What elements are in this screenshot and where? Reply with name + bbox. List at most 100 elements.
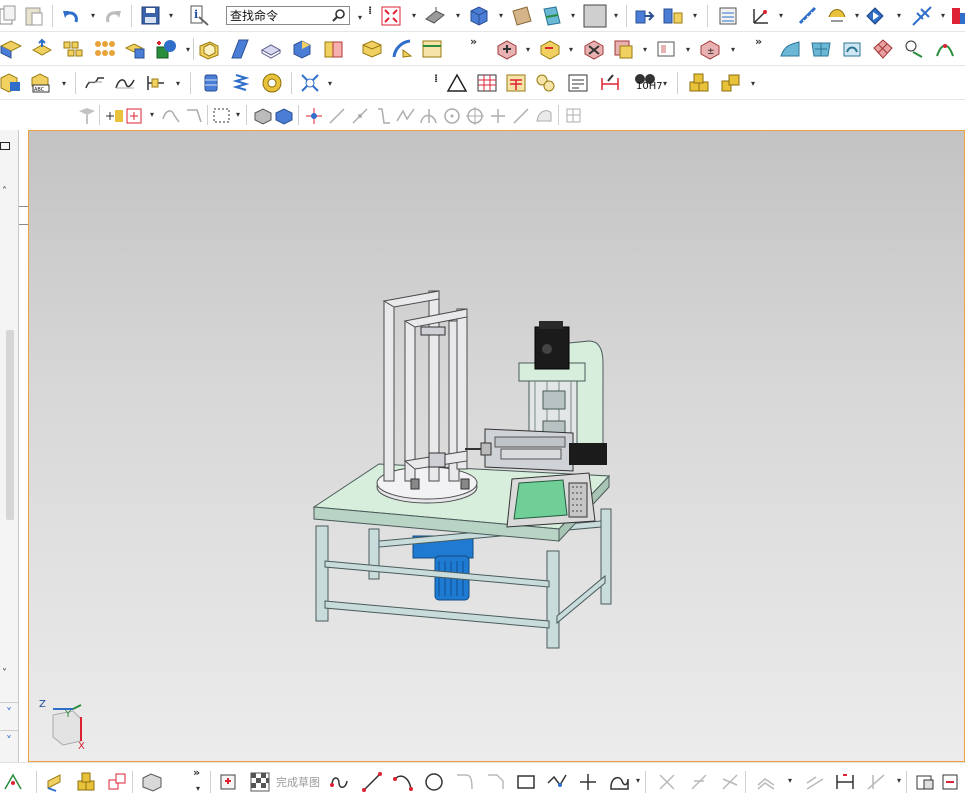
studio-surface-icon[interactable] <box>779 38 801 60</box>
rapid-dimension-icon[interactable] <box>834 771 856 793</box>
spline-dropdown-icon[interactable]: ▾ <box>634 777 642 785</box>
offset-dropdown-icon[interactable]: ▾ <box>567 46 575 54</box>
tolerance-dropdown-icon[interactable]: ▾ <box>661 80 669 88</box>
profile-icon[interactable] <box>329 771 351 793</box>
shaded-cube-icon[interactable] <box>468 5 490 27</box>
wcs-dropdown-icon[interactable]: ▾ <box>777 12 785 20</box>
component-stack-icon[interactable] <box>75 771 97 793</box>
point-on-curve-icon[interactable] <box>510 105 532 127</box>
point-sketch-icon[interactable] <box>577 771 599 793</box>
rectangle-icon[interactable] <box>515 771 537 793</box>
annotation-dropdown-icon[interactable]: ▾ <box>60 80 68 88</box>
circle-icon[interactable] <box>423 771 445 793</box>
harness-dropdown-icon[interactable]: ▾ <box>326 80 334 88</box>
rectangle-select-icon[interactable] <box>211 105 233 127</box>
circle-center-icon[interactable] <box>441 105 463 127</box>
more-icon[interactable]: » <box>193 766 200 779</box>
colour-box-icon[interactable] <box>583 4 607 28</box>
extrude-icon[interactable] <box>0 38 23 60</box>
render-dropdown-icon[interactable]: ▾ <box>497 12 505 20</box>
routing-dropdown-icon[interactable]: ▾ <box>939 12 947 20</box>
undo-dropdown-icon[interactable]: ▾ <box>89 12 97 20</box>
blend-icon[interactable] <box>260 38 282 60</box>
magnifier-icon[interactable] <box>332 8 346 22</box>
routing-icon[interactable] <box>911 5 933 27</box>
reuse-library-icon[interactable] <box>0 72 22 94</box>
control-point-icon[interactable] <box>372 105 394 127</box>
orient-view-icon[interactable] <box>424 5 446 27</box>
draft-icon[interactable] <box>229 38 251 60</box>
filter-icon[interactable] <box>76 105 98 127</box>
mesh-surface-icon[interactable] <box>872 38 894 60</box>
scrollbar-thumb[interactable] <box>6 330 14 520</box>
quick-trim-icon[interactable] <box>656 771 678 793</box>
finish-sketch-label[interactable]: 完成草图 <box>276 774 320 790</box>
boolean-dropdown-icon[interactable]: ▾ <box>184 46 192 54</box>
paste-icon[interactable] <box>24 5 46 27</box>
thicken-icon[interactable] <box>361 38 383 60</box>
dimension-icon[interactable] <box>145 72 167 94</box>
offset-curve-dropdown-icon[interactable]: ▾ <box>786 777 794 785</box>
block-icon[interactable] <box>141 771 163 793</box>
sketch-settings-icon[interactable] <box>914 771 936 793</box>
pattern-face-icon[interactable]: ± <box>699 38 721 60</box>
expand-panel-icon[interactable]: ˅ <box>0 702 18 723</box>
component-link-icon[interactable] <box>106 771 128 793</box>
select-dropdown-icon[interactable]: ▾ <box>148 111 156 119</box>
delete-face-icon[interactable] <box>583 38 605 60</box>
motion-dropdown-icon[interactable]: ▾ <box>895 12 903 20</box>
chamfer-icon[interactable] <box>291 38 313 60</box>
analysis-icon[interactable] <box>826 5 848 27</box>
undo-icon[interactable] <box>60 5 82 27</box>
search-dropdown-icon[interactable]: ▾ <box>356 14 364 22</box>
curve-analysis-icon[interactable] <box>903 38 925 60</box>
mirror-curve-icon[interactable] <box>804 771 826 793</box>
constraint-dropdown-icon[interactable]: ▾ <box>895 777 903 785</box>
note-icon[interactable] <box>567 72 589 94</box>
wcs-icon[interactable] <box>749 5 771 27</box>
model-view[interactable] <box>29 131 965 762</box>
pattern-face-dropdown-icon[interactable]: ▾ <box>729 46 737 54</box>
face-rule-icon[interactable] <box>184 105 206 127</box>
table-grid-icon[interactable] <box>476 72 498 94</box>
polygon-icon[interactable] <box>546 771 568 793</box>
make-corner-icon[interactable] <box>719 771 741 793</box>
through-curves-icon[interactable] <box>810 38 832 60</box>
finish-sketch-icon[interactable] <box>249 771 271 793</box>
part-list-icon[interactable] <box>505 72 527 94</box>
shell-icon[interactable] <box>198 38 220 60</box>
more-icon[interactable]: » <box>755 35 762 48</box>
trim-body-icon[interactable] <box>322 38 344 60</box>
balloon-icon[interactable] <box>535 72 557 94</box>
more-dropdown-icon[interactable]: ▾ <box>194 785 202 793</box>
weld-symbol-icon[interactable] <box>599 72 621 94</box>
dimension-dropdown-icon[interactable]: ▾ <box>174 80 182 88</box>
resize-dropdown-icon[interactable]: ▾ <box>684 46 692 54</box>
information-icon[interactable]: i <box>188 5 210 27</box>
offset-face-icon[interactable] <box>31 38 53 60</box>
unite-icon[interactable] <box>124 38 146 60</box>
bearing-icon[interactable] <box>261 72 283 94</box>
existing-point-icon[interactable] <box>487 105 509 127</box>
winding-tower[interactable] <box>382 290 468 482</box>
analysis-dropdown-icon[interactable]: ▾ <box>853 12 861 20</box>
move-component-icon[interactable] <box>633 5 655 27</box>
swept-surface-icon[interactable] <box>841 38 863 60</box>
line-icon[interactable] <box>361 771 383 793</box>
offset-curve-icon[interactable] <box>755 771 777 793</box>
sweep-icon[interactable] <box>391 38 413 60</box>
snap-point-icon[interactable] <box>103 105 125 127</box>
background-icon[interactable] <box>511 5 533 27</box>
surface-shading-icon[interactable] <box>114 72 136 94</box>
fit-view-icon[interactable] <box>380 5 402 27</box>
fit-dropdown-icon[interactable]: ▾ <box>410 12 418 20</box>
sketch-options-icon[interactable] <box>941 771 963 793</box>
cylinder-tool-icon[interactable] <box>200 72 222 94</box>
replace-face-icon[interactable] <box>612 38 634 60</box>
sync-dropdown-icon[interactable]: ▾ <box>524 46 532 54</box>
assembly-dropdown-icon[interactable]: ▾ <box>691 12 699 20</box>
graphics-window[interactable]: Z Y X <box>28 130 965 762</box>
point-on-face-icon[interactable] <box>533 105 555 127</box>
sketch-icon[interactable] <box>218 771 240 793</box>
colour-dropdown-icon[interactable]: ▾ <box>612 12 620 20</box>
